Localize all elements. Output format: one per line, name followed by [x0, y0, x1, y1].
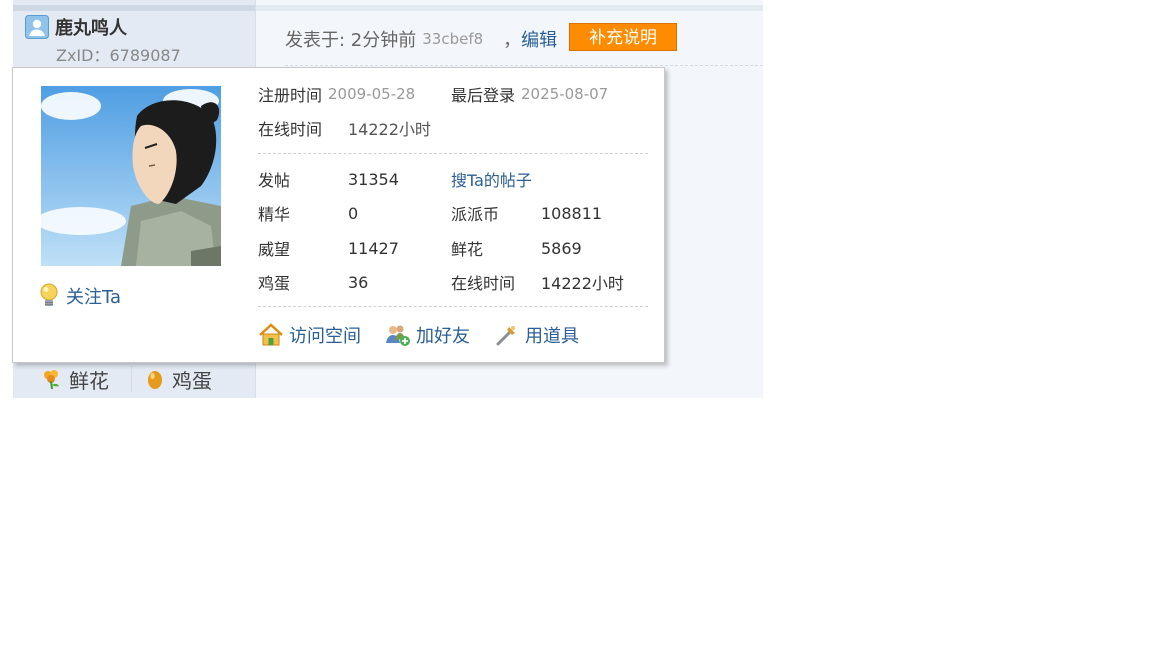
- user-info-card: 关注Ta 注册时间 2009-05-28 最后登录 2025-08-07 在线时…: [12, 67, 665, 363]
- online-time-value-cell: 14222小时: [348, 115, 431, 141]
- posted-time: 发表于: 2分钟前: [285, 30, 417, 51]
- online-time-value: 14222小时: [348, 120, 431, 139]
- user-icon: [25, 15, 49, 39]
- visit-space-label: 访问空间: [289, 326, 361, 347]
- action-separator: [131, 366, 132, 392]
- supplement-button[interactable]: 补充说明: [569, 23, 677, 51]
- last-login-row: 最后登录 2025-08-07: [451, 81, 608, 107]
- stat-digest-label: 精华: [258, 205, 291, 224]
- use-tool-link[interactable]: 用道具: [494, 322, 579, 348]
- home-icon: [259, 323, 283, 346]
- add-friend-label: 加好友: [416, 326, 470, 347]
- stat-prestige-value: 11427: [348, 238, 399, 258]
- avatar-image: [41, 86, 221, 266]
- card-actions: 访问空间 加好友 用道具: [258, 321, 603, 349]
- username-row[interactable]: 鹿丸鸣人: [25, 14, 127, 40]
- stat-coins-label: 派派币: [451, 205, 500, 224]
- search-posts-link[interactable]: 搜Ta的帖子: [451, 166, 532, 192]
- stat-flowers-label: 鲜花: [451, 240, 484, 259]
- author-column-top: [13, 5, 255, 11]
- stat-digest-value: 0: [348, 203, 359, 223]
- stat-posts-label: 发帖: [258, 171, 291, 190]
- post-meta: 发表于: 2分钟前 33cbef8 ， 编辑: [285, 20, 557, 58]
- stat-online-label: 在线时间: [451, 274, 516, 293]
- use-tool-label: 用道具: [525, 326, 579, 347]
- egg-icon: [148, 371, 162, 389]
- reg-time-row: 注册时间 2009-05-28: [258, 81, 415, 107]
- last-login-label: 最后登录: [451, 86, 516, 105]
- card-divider-top: [258, 153, 648, 154]
- follow-link[interactable]: 关注Ta: [38, 282, 121, 310]
- card-divider-bottom: [258, 306, 648, 307]
- reg-time-value: 2009-05-28: [328, 85, 416, 103]
- stat-eggs-value: 36: [348, 272, 369, 292]
- add-friend-icon: [386, 325, 410, 346]
- stat-flowers-value: 5869: [541, 238, 582, 258]
- last-login-value: 2025-08-07: [521, 85, 609, 103]
- stat-prestige-label: 威望: [258, 240, 291, 259]
- follow-label: 关注Ta: [66, 287, 122, 308]
- rate-actions: 鲜花 鸡蛋: [41, 364, 212, 394]
- stat-coins-value: 108811: [541, 203, 603, 223]
- egg-button[interactable]: 鸡蛋: [144, 365, 212, 394]
- add-friend-link[interactable]: 加好友: [385, 322, 470, 348]
- bulb-icon: [40, 283, 58, 306]
- username[interactable]: 鹿丸鸣人: [55, 14, 127, 40]
- online-time-label: 在线时间: [258, 120, 323, 139]
- reg-time-label: 注册时间: [258, 86, 323, 105]
- avatar[interactable]: [41, 86, 221, 266]
- online-time-row: 在线时间: [258, 115, 322, 141]
- edit-link[interactable]: 编辑: [521, 26, 557, 52]
- stat-eggs-label: 鸡蛋: [258, 274, 291, 293]
- post-head-divider: [285, 65, 763, 66]
- flower-icon: [44, 370, 59, 390]
- visit-space-link[interactable]: 访问空间: [258, 322, 361, 348]
- stat-posts-value: 31354: [348, 169, 399, 189]
- zxid: ZxID：6789087: [56, 46, 181, 65]
- stat-online-value: 14222小时: [541, 274, 624, 293]
- flower-label: 鲜花: [69, 368, 109, 393]
- egg-label: 鸡蛋: [172, 368, 212, 393]
- comma: ，: [503, 30, 522, 51]
- post-hash: 33cbef8: [422, 30, 484, 48]
- tool-icon: [496, 326, 515, 346]
- flower-button[interactable]: 鲜花: [41, 365, 109, 394]
